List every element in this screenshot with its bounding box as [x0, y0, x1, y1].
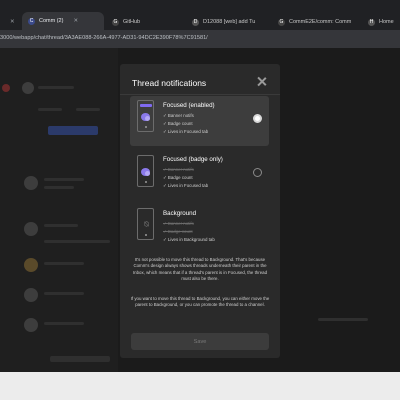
placeholder-line — [44, 292, 84, 295]
feature-item: ✓ Lives in Focused tab — [163, 129, 209, 134]
close-icon[interactable]: ✕ — [73, 18, 78, 24]
tab-diff[interactable]: D D12088 [web] add Tu — [192, 14, 270, 30]
tab-home[interactable]: H Home — [368, 14, 400, 30]
comm-favicon-icon: C — [28, 17, 35, 25]
divider — [120, 94, 280, 95]
home-favicon-icon: H — [368, 18, 375, 26]
avatar — [24, 258, 38, 272]
dimmed-button — [48, 126, 98, 135]
feature-item-disabled: ✓ Banner notifs — [163, 167, 194, 172]
feature-item-disabled: ✓ Banner notifs — [163, 221, 194, 226]
tab-comm[interactable]: C Comm (2) ✕ — [22, 12, 104, 30]
save-button[interactable]: Save — [131, 333, 269, 350]
tab-comm-repo-label: CommE2E/comm: Comm — [289, 19, 352, 25]
radio-focused-badge-only[interactable] — [253, 168, 262, 177]
avatar — [24, 176, 38, 190]
option-title: Focused (badge only) — [163, 156, 223, 163]
feature-item-disabled: ✓ Badge count — [163, 229, 193, 234]
tab-comm-repo[interactable]: G CommE2E/comm: Comm — [278, 14, 360, 30]
placeholder-line — [44, 240, 110, 243]
placeholder-line — [50, 356, 110, 362]
feature-item: ✓ Badge count — [163, 175, 193, 180]
radio-focused-enabled[interactable] — [253, 114, 262, 123]
url-text[interactable]: 3000/webapp/chat/thread/3A3AE088-266A-49… — [0, 35, 208, 41]
placeholder-line — [318, 318, 368, 321]
muted-bell-icon: ⍉ — [144, 220, 149, 229]
placeholder-line — [44, 224, 78, 227]
os-taskbar — [0, 372, 400, 400]
info-paragraph: If you want to move this thread to Backg… — [130, 296, 270, 308]
tab-previous[interactable]: ✕ — [4, 14, 15, 30]
avatar — [22, 82, 34, 94]
placeholder-line — [44, 322, 84, 325]
avatar — [24, 318, 38, 332]
placeholder-line — [44, 178, 84, 181]
phabricator-favicon-icon: D — [192, 18, 199, 26]
feature-item: ✓ Lives in Focused tab — [163, 183, 209, 188]
placeholder-line — [38, 108, 62, 111]
modal-title: Thread notifications — [132, 78, 207, 88]
info-paragraph: It's not possible to move this thread to… — [132, 257, 268, 282]
tab-home-label: Home — [379, 19, 394, 25]
tab-github-label: GitHub — [123, 19, 141, 25]
badge-only-phone-icon — [137, 155, 154, 187]
app-logo-icon — [2, 84, 10, 92]
tab-diff-label: D12088 [web] add Tu — [203, 19, 256, 25]
close-icon[interactable] — [256, 76, 268, 88]
avatar — [24, 222, 38, 236]
placeholder-line — [38, 86, 74, 89]
option-title: Background — [163, 210, 197, 217]
feature-item: ✓ Lives in Background tab — [163, 237, 215, 242]
focused-phone-icon — [137, 100, 154, 132]
github-favicon-icon: G — [278, 18, 285, 26]
placeholder-line — [44, 262, 84, 265]
placeholder-line — [44, 186, 74, 189]
background-phone-icon: ⍉ — [137, 208, 154, 240]
feature-item: ✓ Banner notifs — [163, 113, 194, 118]
placeholder-line — [76, 108, 100, 111]
tab-github[interactable]: G GitHub — [112, 14, 184, 30]
tab-comm-label: Comm (2) — [39, 18, 64, 24]
feature-item: ✓ Badge count — [163, 121, 193, 126]
github-favicon-icon: G — [112, 18, 119, 26]
close-icon[interactable]: ✕ — [10, 19, 15, 25]
avatar — [24, 288, 38, 302]
option-title: Focused (enabled) — [163, 102, 215, 109]
